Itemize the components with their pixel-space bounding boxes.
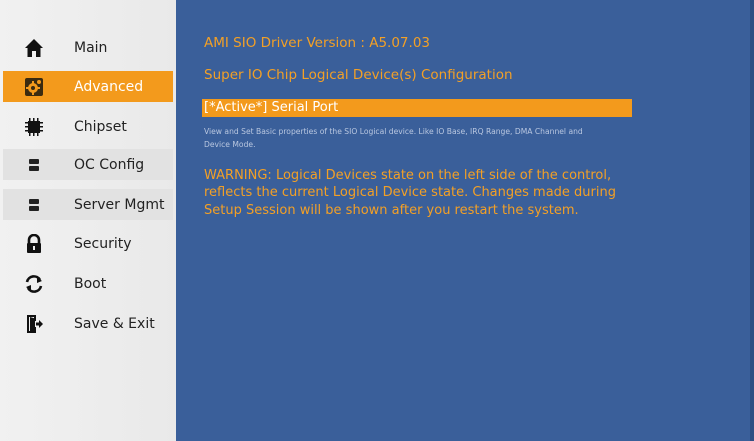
sidebar-item-security[interactable]: Security [3,228,173,259]
sidebar-item-label: Boot [74,275,107,292]
sidebar-item-chipset[interactable]: Chipset [3,111,173,142]
server-icon [23,154,45,176]
gear-icon [23,76,45,98]
sidebar-item-label: Server Mgmt [74,196,165,213]
panel-divider [750,0,754,441]
section-title: Super IO Chip Logical Device(s) Configur… [204,67,513,83]
sidebar-item-label: Save & Exit [74,315,155,332]
sidebar-item-label: OC Config [74,156,145,173]
sidebar-item-save-exit[interactable]: Save & Exit [3,308,173,339]
exit-door-icon [23,313,45,335]
settings-panel: AMI SIO Driver Version : A5.07.03 Super … [176,0,754,441]
chip-icon [23,116,45,138]
sidebar-item-advanced[interactable]: Advanced [3,71,173,102]
help-text: View and Set Basic properties of the SIO… [204,127,583,149]
sidebar-item-oc-config[interactable]: OC Config [3,149,173,180]
warning-text: WARNING: Logical Devices state on the le… [204,168,616,218]
refresh-icon [23,273,45,295]
sidebar-item-label: Main [74,39,108,56]
sidebar-item-boot[interactable]: Boot [3,268,173,299]
sidebar-item-label: Advanced [74,78,144,95]
home-icon [23,37,45,59]
sidebar-item-server-mgmt[interactable]: Server Mgmt [3,189,173,220]
sidebar-nav: Main Advanced Chipset OC Config Server M… [0,0,176,441]
sidebar-item-main[interactable]: Main [3,32,173,63]
sidebar-item-label: Security [74,235,132,252]
server-icon [23,194,45,216]
lock-icon [23,233,45,255]
driver-version: AMI SIO Driver Version : A5.07.03 [204,35,430,51]
sidebar-item-label: Chipset [74,118,127,135]
serial-port-option[interactable]: [*Active*] Serial Port [202,99,632,117]
